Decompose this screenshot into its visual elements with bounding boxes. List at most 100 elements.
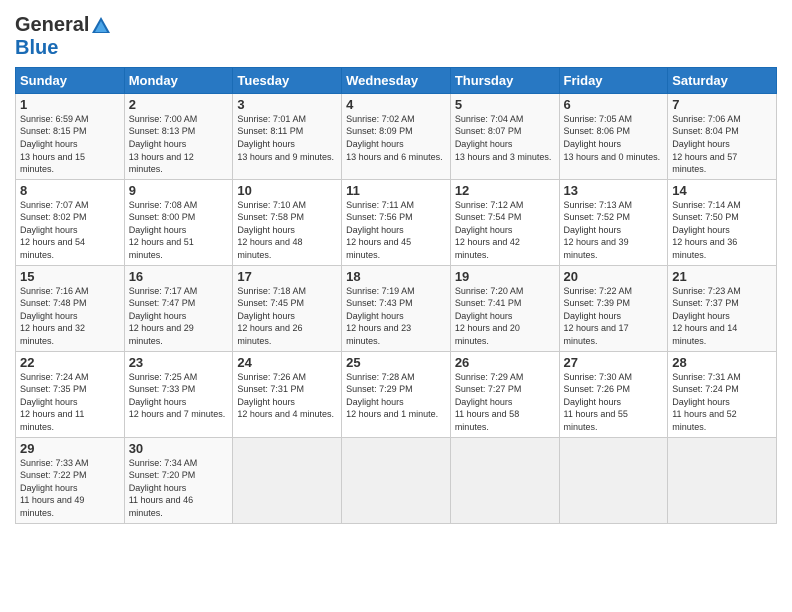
day-number: 3 bbox=[237, 97, 337, 112]
day-number: 16 bbox=[129, 269, 229, 284]
header: General Blue bbox=[15, 10, 777, 59]
day-number: 30 bbox=[129, 441, 229, 456]
calendar-cell: 21Sunrise: 7:23 AMSunset: 7:37 PMDayligh… bbox=[668, 265, 777, 351]
day-info: Sunrise: 7:06 AMSunset: 8:04 PMDaylight … bbox=[672, 113, 772, 176]
day-info: Sunrise: 7:29 AMSunset: 7:27 PMDaylight … bbox=[455, 371, 555, 434]
day-number: 11 bbox=[346, 183, 446, 198]
day-number: 5 bbox=[455, 97, 555, 112]
calendar-cell: 19Sunrise: 7:20 AMSunset: 7:41 PMDayligh… bbox=[450, 265, 559, 351]
day-number: 12 bbox=[455, 183, 555, 198]
day-number: 25 bbox=[346, 355, 446, 370]
day-info: Sunrise: 7:22 AMSunset: 7:39 PMDaylight … bbox=[564, 285, 664, 348]
calendar-cell: 15Sunrise: 7:16 AMSunset: 7:48 PMDayligh… bbox=[16, 265, 125, 351]
day-number: 22 bbox=[20, 355, 120, 370]
day-info: Sunrise: 7:26 AMSunset: 7:31 PMDaylight … bbox=[237, 371, 337, 421]
day-info: Sunrise: 7:16 AMSunset: 7:48 PMDaylight … bbox=[20, 285, 120, 348]
logo: General Blue bbox=[15, 14, 113, 59]
calendar-cell: 28Sunrise: 7:31 AMSunset: 7:24 PMDayligh… bbox=[668, 351, 777, 437]
calendar-cell: 14Sunrise: 7:14 AMSunset: 7:50 PMDayligh… bbox=[668, 179, 777, 265]
logo-icon bbox=[90, 15, 112, 37]
calendar-week-4: 22Sunrise: 7:24 AMSunset: 7:35 PMDayligh… bbox=[16, 351, 777, 437]
day-info: Sunrise: 6:59 AMSunset: 8:15 PMDaylight … bbox=[20, 113, 120, 176]
calendar-cell: 12Sunrise: 7:12 AMSunset: 7:54 PMDayligh… bbox=[450, 179, 559, 265]
day-info: Sunrise: 7:11 AMSunset: 7:56 PMDaylight … bbox=[346, 199, 446, 262]
calendar-cell: 9Sunrise: 7:08 AMSunset: 8:00 PMDaylight… bbox=[124, 179, 233, 265]
calendar-week-2: 8Sunrise: 7:07 AMSunset: 8:02 PMDaylight… bbox=[16, 179, 777, 265]
day-number: 21 bbox=[672, 269, 772, 284]
day-info: Sunrise: 7:05 AMSunset: 8:06 PMDaylight … bbox=[564, 113, 664, 163]
day-number: 26 bbox=[455, 355, 555, 370]
day-info: Sunrise: 7:17 AMSunset: 7:47 PMDaylight … bbox=[129, 285, 229, 348]
calendar-cell: 2Sunrise: 7:00 AMSunset: 8:13 PMDaylight… bbox=[124, 93, 233, 179]
day-info: Sunrise: 7:08 AMSunset: 8:00 PMDaylight … bbox=[129, 199, 229, 262]
day-number: 2 bbox=[129, 97, 229, 112]
day-number: 1 bbox=[20, 97, 120, 112]
calendar-cell: 24Sunrise: 7:26 AMSunset: 7:31 PMDayligh… bbox=[233, 351, 342, 437]
calendar-cell: 20Sunrise: 7:22 AMSunset: 7:39 PMDayligh… bbox=[559, 265, 668, 351]
calendar-cell: 22Sunrise: 7:24 AMSunset: 7:35 PMDayligh… bbox=[16, 351, 125, 437]
calendar-cell: 7Sunrise: 7:06 AMSunset: 8:04 PMDaylight… bbox=[668, 93, 777, 179]
day-number: 23 bbox=[129, 355, 229, 370]
calendar-cell: 25Sunrise: 7:28 AMSunset: 7:29 PMDayligh… bbox=[342, 351, 451, 437]
calendar-cell: 1Sunrise: 6:59 AMSunset: 8:15 PMDaylight… bbox=[16, 93, 125, 179]
day-number: 4 bbox=[346, 97, 446, 112]
day-info: Sunrise: 7:30 AMSunset: 7:26 PMDaylight … bbox=[564, 371, 664, 434]
day-info: Sunrise: 7:18 AMSunset: 7:45 PMDaylight … bbox=[237, 285, 337, 348]
calendar-cell: 30Sunrise: 7:34 AMSunset: 7:20 PMDayligh… bbox=[124, 437, 233, 523]
day-info: Sunrise: 7:14 AMSunset: 7:50 PMDaylight … bbox=[672, 199, 772, 262]
day-info: Sunrise: 7:12 AMSunset: 7:54 PMDaylight … bbox=[455, 199, 555, 262]
day-info: Sunrise: 7:04 AMSunset: 8:07 PMDaylight … bbox=[455, 113, 555, 163]
weekday-header-row: SundayMondayTuesdayWednesdayThursdayFrid… bbox=[16, 67, 777, 93]
calendar-cell bbox=[342, 437, 451, 523]
calendar-cell: 3Sunrise: 7:01 AMSunset: 8:11 PMDaylight… bbox=[233, 93, 342, 179]
weekday-header-thursday: Thursday bbox=[450, 67, 559, 93]
calendar-week-5: 29Sunrise: 7:33 AMSunset: 7:22 PMDayligh… bbox=[16, 437, 777, 523]
calendar-cell: 13Sunrise: 7:13 AMSunset: 7:52 PMDayligh… bbox=[559, 179, 668, 265]
logo-general: General bbox=[15, 14, 89, 36]
calendar-body: 1Sunrise: 6:59 AMSunset: 8:15 PMDaylight… bbox=[16, 93, 777, 523]
weekday-header-saturday: Saturday bbox=[668, 67, 777, 93]
weekday-header-sunday: Sunday bbox=[16, 67, 125, 93]
day-info: Sunrise: 7:20 AMSunset: 7:41 PMDaylight … bbox=[455, 285, 555, 348]
day-info: Sunrise: 7:28 AMSunset: 7:29 PMDaylight … bbox=[346, 371, 446, 421]
day-info: Sunrise: 7:34 AMSunset: 7:20 PMDaylight … bbox=[129, 457, 229, 520]
calendar-cell: 8Sunrise: 7:07 AMSunset: 8:02 PMDaylight… bbox=[16, 179, 125, 265]
day-number: 24 bbox=[237, 355, 337, 370]
calendar-cell: 6Sunrise: 7:05 AMSunset: 8:06 PMDaylight… bbox=[559, 93, 668, 179]
day-info: Sunrise: 7:07 AMSunset: 8:02 PMDaylight … bbox=[20, 199, 120, 262]
day-number: 15 bbox=[20, 269, 120, 284]
day-info: Sunrise: 7:02 AMSunset: 8:09 PMDaylight … bbox=[346, 113, 446, 163]
weekday-header-monday: Monday bbox=[124, 67, 233, 93]
day-number: 20 bbox=[564, 269, 664, 284]
calendar-cell: 23Sunrise: 7:25 AMSunset: 7:33 PMDayligh… bbox=[124, 351, 233, 437]
calendar-week-1: 1Sunrise: 6:59 AMSunset: 8:15 PMDaylight… bbox=[16, 93, 777, 179]
day-number: 27 bbox=[564, 355, 664, 370]
day-number: 9 bbox=[129, 183, 229, 198]
day-number: 19 bbox=[455, 269, 555, 284]
calendar-cell bbox=[450, 437, 559, 523]
day-info: Sunrise: 7:00 AMSunset: 8:13 PMDaylight … bbox=[129, 113, 229, 176]
day-info: Sunrise: 7:19 AMSunset: 7:43 PMDaylight … bbox=[346, 285, 446, 348]
day-number: 7 bbox=[672, 97, 772, 112]
day-number: 18 bbox=[346, 269, 446, 284]
day-info: Sunrise: 7:31 AMSunset: 7:24 PMDaylight … bbox=[672, 371, 772, 434]
day-number: 29 bbox=[20, 441, 120, 456]
calendar-cell: 10Sunrise: 7:10 AMSunset: 7:58 PMDayligh… bbox=[233, 179, 342, 265]
day-number: 13 bbox=[564, 183, 664, 198]
calendar-cell: 5Sunrise: 7:04 AMSunset: 8:07 PMDaylight… bbox=[450, 93, 559, 179]
calendar-cell bbox=[559, 437, 668, 523]
calendar-cell: 27Sunrise: 7:30 AMSunset: 7:26 PMDayligh… bbox=[559, 351, 668, 437]
calendar-cell: 16Sunrise: 7:17 AMSunset: 7:47 PMDayligh… bbox=[124, 265, 233, 351]
day-info: Sunrise: 7:24 AMSunset: 7:35 PMDaylight … bbox=[20, 371, 120, 434]
calendar-cell: 4Sunrise: 7:02 AMSunset: 8:09 PMDaylight… bbox=[342, 93, 451, 179]
day-info: Sunrise: 7:10 AMSunset: 7:58 PMDaylight … bbox=[237, 199, 337, 262]
calendar-cell: 29Sunrise: 7:33 AMSunset: 7:22 PMDayligh… bbox=[16, 437, 125, 523]
logo-blue: Blue bbox=[15, 37, 113, 59]
day-info: Sunrise: 7:33 AMSunset: 7:22 PMDaylight … bbox=[20, 457, 120, 520]
day-number: 8 bbox=[20, 183, 120, 198]
day-number: 6 bbox=[564, 97, 664, 112]
calendar-week-3: 15Sunrise: 7:16 AMSunset: 7:48 PMDayligh… bbox=[16, 265, 777, 351]
weekday-header-friday: Friday bbox=[559, 67, 668, 93]
calendar-cell: 17Sunrise: 7:18 AMSunset: 7:45 PMDayligh… bbox=[233, 265, 342, 351]
calendar-cell: 18Sunrise: 7:19 AMSunset: 7:43 PMDayligh… bbox=[342, 265, 451, 351]
